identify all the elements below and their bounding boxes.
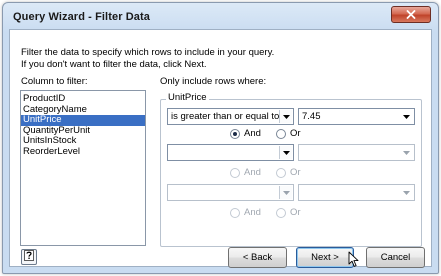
radio-dot (276, 167, 286, 178)
chevron-down-icon[interactable] (400, 110, 413, 123)
chevron-down-icon[interactable] (279, 186, 292, 199)
operator-select-2[interactable] (167, 144, 294, 161)
operator-select-1[interactable]: is greater than or equal to (167, 108, 294, 125)
next-button[interactable]: Next > (296, 247, 354, 268)
title-bar: Query Wizard - Filter Data (3, 3, 438, 31)
or-label-1: Or (290, 128, 301, 139)
and-radio-1[interactable]: And (230, 128, 261, 139)
or-radio-3[interactable]: Or (276, 207, 301, 218)
or-label-2: Or (290, 167, 301, 178)
radio-dot (230, 167, 240, 178)
list-item[interactable]: ReorderLevel (21, 146, 145, 158)
value-combo-1[interactable]: 7.45 (298, 108, 415, 125)
and-label-1: And (244, 128, 261, 139)
radio-dot (230, 128, 240, 139)
instruction-line-1: Filter the data to specify which rows to… (21, 47, 275, 58)
instruction-line-2: If you don't want to filter the data, cl… (21, 59, 207, 70)
back-button[interactable]: < Back (228, 247, 287, 268)
value-combo-2[interactable] (298, 144, 415, 161)
and-radio-2[interactable]: And (230, 167, 261, 178)
chevron-down-icon[interactable] (400, 186, 413, 199)
value-combo-3[interactable] (298, 184, 415, 201)
radio-dot (276, 128, 286, 139)
chevron-down-icon[interactable] (279, 146, 292, 159)
value-text-1: 7.45 (302, 111, 321, 122)
radio-dot (230, 207, 240, 218)
help-icon (24, 250, 34, 264)
chevron-down-icon[interactable] (279, 110, 292, 123)
column-listbox[interactable]: ProductID CategoryName UnitPrice Quantit… (20, 90, 146, 246)
dialog-body: Filter the data to specify which rows to… (9, 29, 432, 268)
list-item[interactable]: ProductID (21, 93, 145, 105)
mouse-pointer-icon (348, 251, 360, 271)
window-title: Query Wizard - Filter Data (13, 11, 150, 23)
operator-value-1: is greater than or equal to (171, 111, 280, 122)
radio-dot (276, 207, 286, 218)
and-label-3: And (244, 207, 261, 218)
close-button[interactable] (391, 6, 431, 23)
query-wizard-window: Query Wizard - Filter Data Filter the da… (2, 2, 439, 274)
filter-group-title: UnitPrice (166, 92, 209, 103)
cancel-button[interactable]: Cancel (366, 247, 425, 268)
operator-select-3[interactable] (167, 184, 294, 201)
and-radio-3[interactable]: And (230, 207, 261, 218)
close-icon (406, 10, 416, 19)
chevron-down-icon[interactable] (400, 146, 413, 159)
help-button[interactable] (21, 249, 37, 265)
or-label-3: Or (290, 207, 301, 218)
or-radio-2[interactable]: Or (276, 167, 301, 178)
and-label-2: And (244, 167, 261, 178)
column-to-filter-label: Column to filter: (21, 76, 88, 87)
or-radio-1[interactable]: Or (276, 128, 301, 139)
include-rows-label: Only include rows where: (160, 76, 267, 87)
